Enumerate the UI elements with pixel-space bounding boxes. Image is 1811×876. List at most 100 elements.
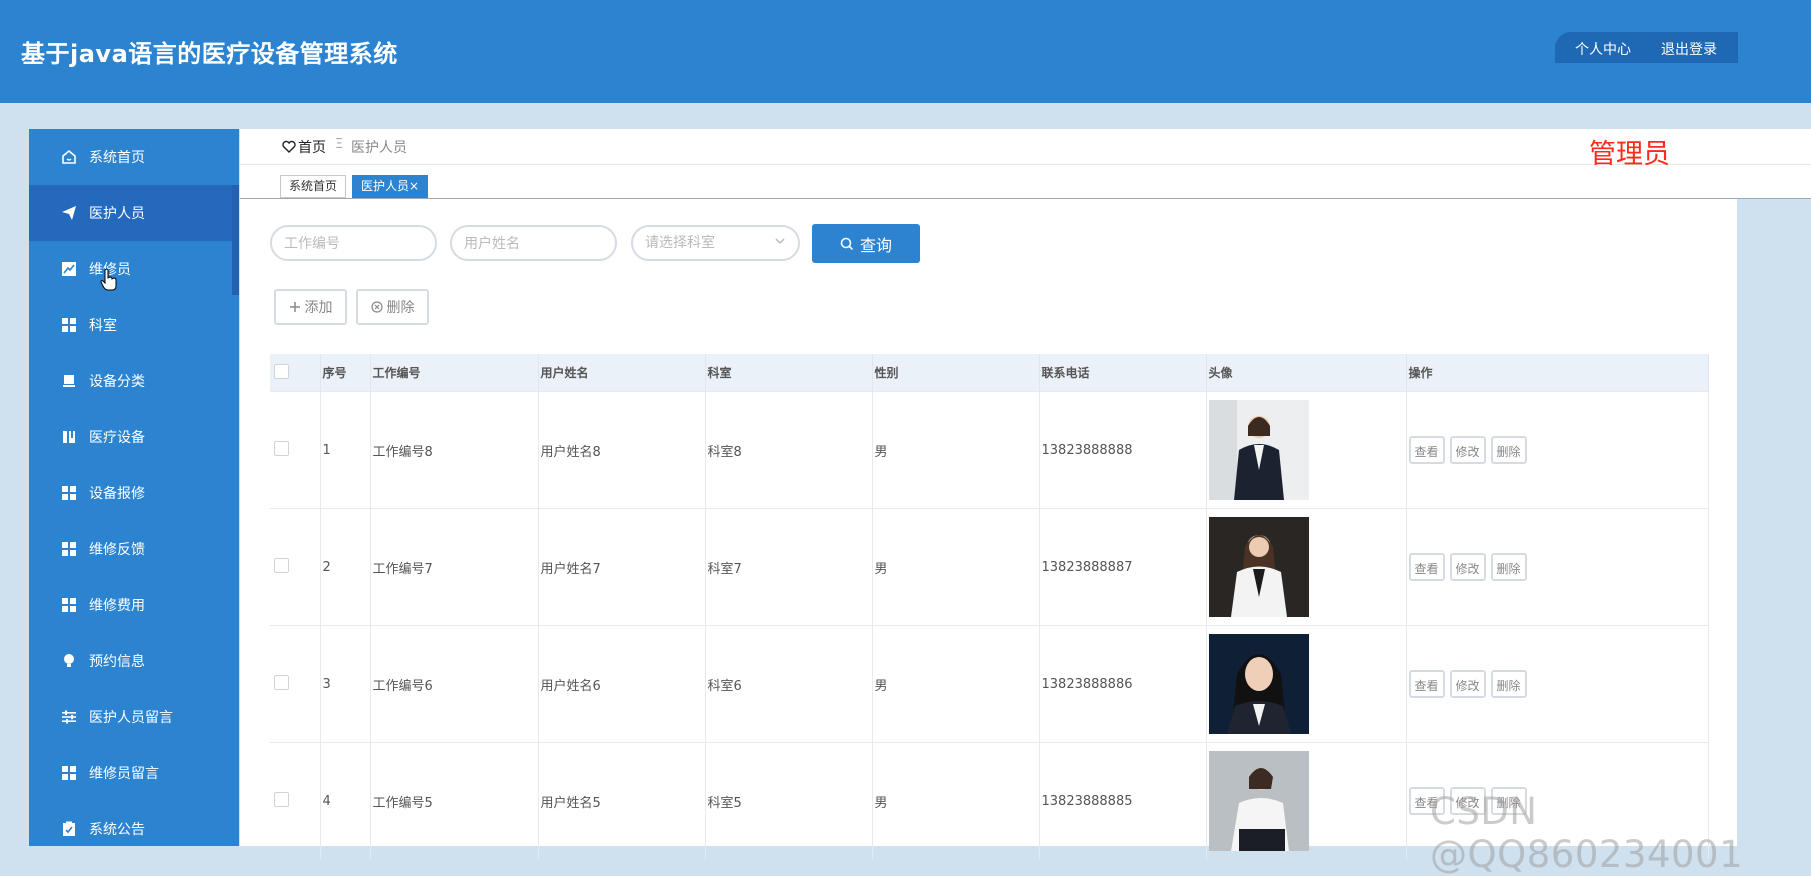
username-input[interactable] <box>450 225 617 261</box>
column-header: 序号 <box>320 354 371 392</box>
chart-icon <box>61 261 77 277</box>
department-select-placeholder: 请选择科室 <box>645 235 715 251</box>
table-row: 3 工作编号6 用户姓名6 科室6 男 13823888886 查看 修改 删除 <box>270 625 1709 743</box>
sidebar-item-label: 医疗设备 <box>89 430 145 446</box>
tray-icon <box>61 373 77 389</box>
cell-dept: 科室6 <box>705 625 873 743</box>
cell-no: 4 <box>320 742 371 859</box>
sidebar-item-label: 设备报修 <box>89 486 145 502</box>
sidebar-item-label: 设备分类 <box>89 374 145 390</box>
sidebar-item-label: 系统首页 <box>89 150 145 166</box>
select-all-header <box>270 354 321 392</box>
breadcrumb-home[interactable]: 首页 <box>282 137 326 157</box>
sidebar-item-medical-staff[interactable]: 医护人员 <box>29 185 239 241</box>
home-icon <box>61 149 77 165</box>
tab-medical-staff[interactable]: 医护人员× <box>352 175 429 198</box>
delete-button-label: 删除 <box>386 300 415 316</box>
data-table: 序号 工作编号 用户姓名 科室 性别 联系电话 头像 操作 1 工作编号8 用户… <box>270 354 1709 859</box>
profile-link[interactable]: 个人中心 <box>1575 39 1631 59</box>
cell-actions: 查看 修改 删除 <box>1406 391 1709 509</box>
sidebar-item-department[interactable]: 科室 <box>29 297 239 353</box>
row-checkbox[interactable] <box>274 791 289 807</box>
sidebar-item-label: 医护人员 <box>89 206 145 222</box>
row-select-cell <box>270 508 321 626</box>
view-button[interactable]: 查看 <box>1408 670 1445 698</box>
column-header: 科室 <box>705 354 873 392</box>
sidebar-item-label: 预约信息 <box>89 654 145 670</box>
work-id-input[interactable] <box>270 225 437 261</box>
cell-avatar <box>1206 391 1407 509</box>
select-all-checkbox[interactable] <box>274 363 289 379</box>
column-header: 性别 <box>872 354 1040 392</box>
cell-work-id: 工作编号6 <box>370 625 539 743</box>
grid-icon <box>61 541 77 557</box>
avatar <box>1208 751 1309 851</box>
cell-phone: 13823888886 <box>1039 625 1207 743</box>
row-select-cell <box>270 742 321 859</box>
breadcrumb-home-label: 首页 <box>298 140 326 156</box>
delete-button[interactable]: 删除 <box>356 289 429 325</box>
tab-system-home[interactable]: 系统首页 <box>280 175 347 198</box>
sidebar-item-repair-cost[interactable]: 维修费用 <box>29 577 239 633</box>
cell-work-id: 工作编号7 <box>370 508 539 626</box>
row-delete-button[interactable]: 删除 <box>1490 670 1527 698</box>
circle-x-icon <box>370 301 383 313</box>
main-content: 请选择科室 查询 添加 删除 序号 工作编号 用户姓名 科室 性别 <box>240 199 1737 859</box>
view-button[interactable]: 查看 <box>1408 436 1445 464</box>
bulb-icon <box>61 653 77 669</box>
sidebar-item-staff-message[interactable]: 医护人员留言 <box>29 689 239 745</box>
column-header: 操作 <box>1406 354 1709 392</box>
sidebar-item-announcement[interactable]: 系统公告 <box>29 801 239 846</box>
sidebar-item-repair-request[interactable]: 设备报修 <box>29 465 239 521</box>
edit-button[interactable]: 修改 <box>1449 670 1486 698</box>
cell-avatar <box>1206 625 1407 743</box>
sidebar-item-appointment[interactable]: 预约信息 <box>29 633 239 689</box>
edit-button[interactable]: 修改 <box>1449 436 1486 464</box>
tab-bar: 系统首页 医护人员× <box>240 165 1811 199</box>
app-title: 基于java语言的医疗设备管理系统 <box>21 40 398 68</box>
row-delete-button[interactable]: 删除 <box>1490 436 1527 464</box>
top-actions: 个人中心 退出登录 <box>1555 32 1738 63</box>
add-button[interactable]: 添加 <box>274 289 347 325</box>
cell-dept: 科室7 <box>705 508 873 626</box>
cell-name: 用户姓名5 <box>538 742 706 859</box>
cell-dept: 科室5 <box>705 742 873 859</box>
cell-work-id: 工作编号8 <box>370 391 539 509</box>
sidebar-item-device-category[interactable]: 设备分类 <box>29 353 239 409</box>
table-header-row: 序号 工作编号 用户姓名 科室 性别 联系电话 头像 操作 <box>270 354 1709 392</box>
sidebar-item-medical-device[interactable]: 医疗设备 <box>29 409 239 465</box>
cell-avatar <box>1206 742 1407 859</box>
row-checkbox[interactable] <box>274 674 289 690</box>
sidebar-item-repairman[interactable]: 维修员 <box>29 241 239 297</box>
logout-link[interactable]: 退出登录 <box>1661 39 1717 59</box>
row-checkbox[interactable] <box>274 440 289 456</box>
grid-icon <box>61 485 77 501</box>
edit-button[interactable]: 修改 <box>1449 553 1486 581</box>
sidebar-item-repair-feedback[interactable]: 维修反馈 <box>29 521 239 577</box>
row-checkbox[interactable] <box>274 557 289 573</box>
column-header: 联系电话 <box>1039 354 1207 392</box>
sidebar-item-home[interactable]: 系统首页 <box>29 129 239 185</box>
cell-no: 2 <box>320 508 371 626</box>
cell-phone: 13823888885 <box>1039 742 1207 859</box>
query-button[interactable]: 查询 <box>812 224 920 263</box>
cell-avatar <box>1206 508 1407 626</box>
cell-gender: 男 <box>872 625 1040 743</box>
column-header: 工作编号 <box>370 354 539 392</box>
cell-gender: 男 <box>872 508 1040 626</box>
sidebar-item-repairman-message[interactable]: 维修员留言 <box>29 745 239 801</box>
avatar <box>1208 634 1309 734</box>
row-delete-button[interactable]: 删除 <box>1490 553 1527 581</box>
sliders-icon <box>61 709 77 725</box>
top-header: 基于java语言的医疗设备管理系统 个人中心 退出登录 <box>0 0 1811 103</box>
cell-actions: 查看 修改 删除 <box>1406 508 1709 626</box>
table-row: 1 工作编号8 用户姓名8 科室8 男 13823888888 查看 修改 删除 <box>270 391 1709 509</box>
avatar <box>1208 400 1309 500</box>
department-select[interactable]: 请选择科室 <box>631 225 800 261</box>
view-button[interactable]: 查看 <box>1408 553 1445 581</box>
column-header: 头像 <box>1206 354 1407 392</box>
cell-no: 3 <box>320 625 371 743</box>
grid-icon <box>61 317 77 333</box>
sidebar-scrollbar[interactable] <box>232 185 239 295</box>
clipboard-icon <box>61 821 77 837</box>
